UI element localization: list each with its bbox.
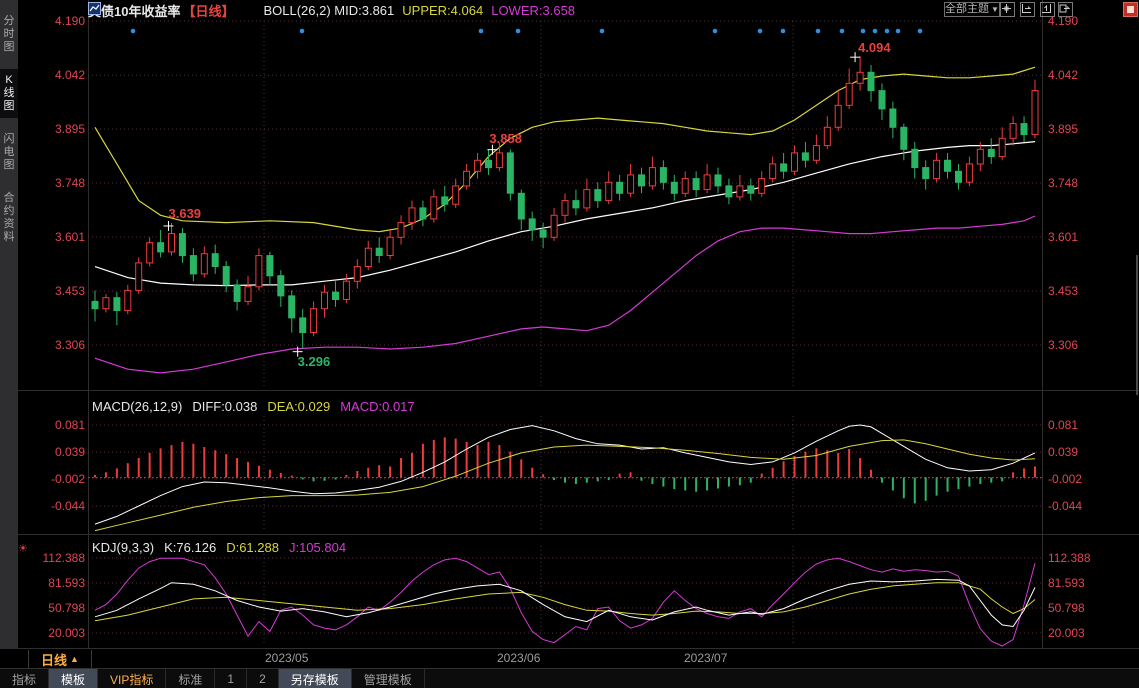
y-axis-label-right: 4.190: [1048, 14, 1120, 28]
y-axis-label-right: 3.306: [1048, 338, 1120, 352]
y-axis-label-left: 4.042: [15, 68, 85, 82]
crosshair-icon[interactable]: [1000, 2, 1015, 17]
y-axis-label-right: -0.002: [1048, 472, 1120, 486]
y-axis-label-right: 112.388: [1048, 551, 1120, 565]
price-annotation: 3.639: [169, 206, 202, 221]
tab-1[interactable]: 模板: [49, 669, 98, 688]
period-label: 日线: [41, 650, 67, 669]
tab-3[interactable]: 标准: [166, 669, 215, 688]
vertical-scrollbar-thumb[interactable]: [1136, 255, 1138, 395]
fit-horizontal-icon[interactable]: [1020, 2, 1035, 17]
price-annotation: 3.858: [489, 131, 522, 146]
tab-7[interactable]: 管理模板: [352, 669, 425, 688]
theme-dropdown-label: 全部主题: [945, 3, 989, 16]
app-badge-icon[interactable]: [1123, 2, 1138, 17]
macd-indicator-row: MACD(26,12,9) DIFF:0.038 DEA:0.029 MACD:…: [92, 399, 415, 414]
tab-2[interactable]: VIP指标: [98, 669, 166, 688]
period-tag: 【日线】: [182, 1, 234, 20]
y-axis-label-left: 0.081: [15, 418, 85, 432]
period-selector[interactable]: 日线 ▲: [28, 650, 92, 668]
tab-4[interactable]: 1: [215, 669, 247, 688]
instrument-title: 美债10年收益率: [88, 1, 180, 20]
y-axis-label-left: 0.039: [15, 445, 85, 459]
y-axis-label-left: 81.593: [15, 576, 85, 590]
y-axis-label-right: 3.748: [1048, 176, 1120, 190]
price-annotation: 3.296: [298, 354, 331, 369]
chevron-down-icon: ▼: [991, 3, 999, 16]
tab-5[interactable]: 2: [247, 669, 279, 688]
macd-name-label: MACD(26,12,9): [92, 399, 182, 414]
triangle-up-icon: ▲: [70, 654, 79, 664]
boll-lower-value: LOWER:3.658: [491, 3, 575, 18]
y-axis-label-right: 3.453: [1048, 284, 1120, 298]
y-axis-label-right: 50.798: [1048, 601, 1120, 615]
price-annotation: 4.094: [858, 40, 891, 55]
chart-header: 美债10年收益率【日线】 BOLL(26,2) MID:3.861 UPPER:…: [88, 2, 575, 18]
boll-upper-value: UPPER:4.064: [402, 3, 483, 18]
y-axis-label-right: 3.895: [1048, 122, 1120, 136]
tab-6[interactable]: 另存模板: [279, 669, 352, 688]
indicator-chart-icon: [242, 4, 255, 17]
y-axis-label-left: 3.306: [15, 338, 85, 352]
chart-canvas: [0, 0, 1139, 688]
kdj-k-value: K:76.126: [164, 540, 216, 555]
y-axis-label-left: 3.453: [15, 284, 85, 298]
y-axis-label-right: 3.601: [1048, 230, 1120, 244]
y-axis-label-left: 50.798: [15, 601, 85, 615]
bottom-tab-bar: 指标模板VIP指标标准12另存模板管理模板: [0, 668, 1139, 688]
macd-macd-value: MACD:0.017: [340, 399, 414, 414]
kdj-name-label: KDJ(9,3,3): [92, 540, 154, 555]
y-axis-label-right: 4.042: [1048, 68, 1120, 82]
y-axis-label-left: 3.895: [15, 122, 85, 136]
y-axis-label-right: 81.593: [1048, 576, 1120, 590]
y-axis-label-right: 0.039: [1048, 445, 1120, 459]
y-axis-label-left: -0.002: [15, 472, 85, 486]
y-axis-label-left: 4.190: [15, 14, 85, 28]
theme-dropdown[interactable]: 全部主题▼: [944, 2, 1000, 17]
y-axis-label-left: 3.601: [15, 230, 85, 244]
chart-app-window: 分时图K线图闪电图合约资料 美债10年收益率【日线】 BOLL(26,2) MI…: [0, 0, 1139, 688]
y-axis-label-left: -0.044: [15, 499, 85, 513]
y-axis-label-right: -0.044: [1048, 499, 1120, 513]
y-axis-label-right: 20.003: [1048, 626, 1120, 640]
kdj-j-value: J:105.804: [289, 540, 346, 555]
x-axis-status-row: 日线 ▲: [0, 648, 1139, 669]
macd-diff-value: DIFF:0.038: [192, 399, 257, 414]
y-axis-label-left: 20.003: [15, 626, 85, 640]
kdj-d-value: D:61.288: [226, 540, 279, 555]
boll-indicator-label: BOLL(26,2) MID:3.861: [263, 3, 394, 18]
kdj-indicator-row: KDJ(9,3,3) K:76.126 D:61.288 J:105.804: [92, 540, 346, 555]
macd-dea-value: DEA:0.029: [267, 399, 330, 414]
y-axis-label-left: 112.388: [15, 551, 85, 565]
y-axis-label-right: 0.081: [1048, 418, 1120, 432]
y-axis-label-left: 3.748: [15, 176, 85, 190]
tab-0[interactable]: 指标: [0, 669, 49, 688]
